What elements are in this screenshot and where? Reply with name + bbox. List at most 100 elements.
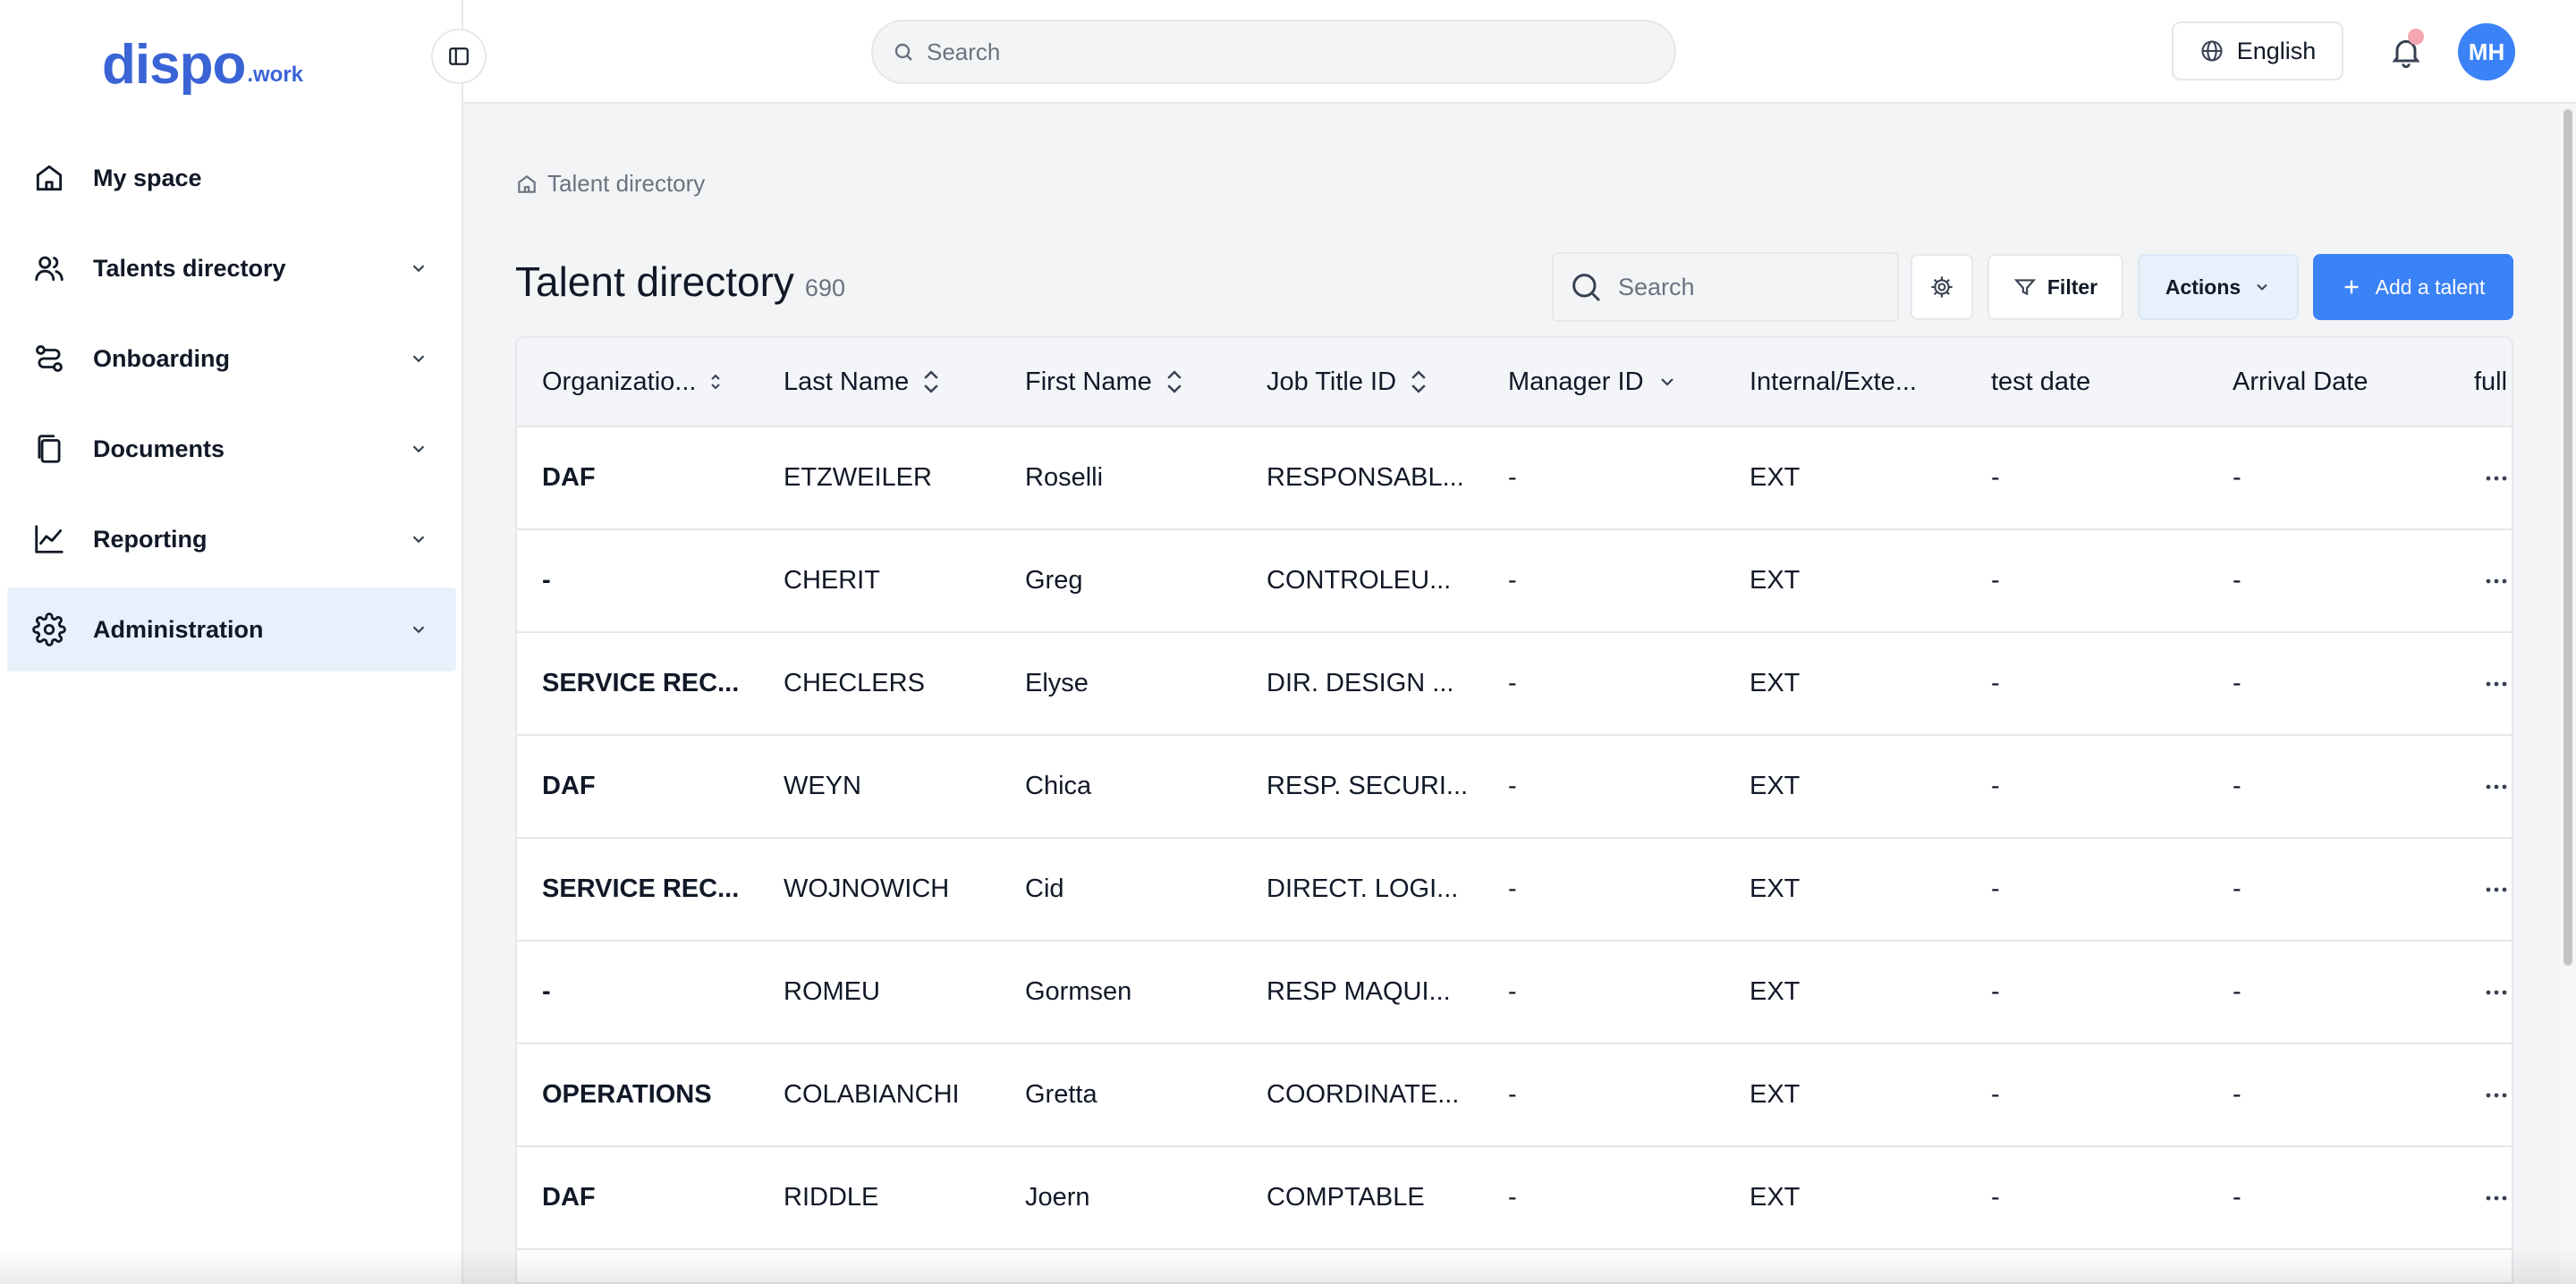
table-cell: - (1991, 566, 2000, 595)
column-header-label: full (2474, 367, 2508, 396)
table-cell: ROMEU (784, 977, 880, 1006)
table-cell: SERVICE REC... (542, 874, 740, 903)
row-menu-button[interactable] (2449, 1147, 2512, 1248)
global-search-input[interactable] (927, 38, 1606, 66)
table-cell: EXT (1750, 1080, 1801, 1109)
row-menu-button[interactable] (2449, 427, 2512, 528)
plus-icon (2344, 280, 2358, 294)
table-search-input[interactable] (1618, 273, 1886, 301)
sidebar-item-administration[interactable]: Administration (7, 587, 456, 672)
sort-icon[interactable] (921, 368, 941, 395)
filter-button[interactable]: Filter (1987, 254, 2123, 320)
sidebar-item-label: My space (93, 164, 202, 191)
sidebar-item-talents-directory[interactable]: Talents directory (7, 226, 456, 310)
sidebar-item-my-space[interactable]: My space (7, 136, 456, 220)
sidebar-item-reporting[interactable]: Reporting (7, 497, 456, 581)
table-row[interactable]: DAF ETZWEILER Roselli RESPONSABL... - EXT - - (517, 427, 2512, 530)
sidebar-item-documents[interactable]: Documents (7, 407, 456, 491)
table-cell: EXT (1750, 669, 1801, 697)
top-header: English MH (463, 0, 2576, 104)
sidebar-nav: My space Talents directory Onboarding Docum… (7, 136, 456, 678)
table-cell: Gormsen (1025, 977, 1132, 1006)
table-cell: DIR. DESIGN ... (1267, 669, 1454, 697)
language-selector[interactable]: English (2172, 21, 2343, 80)
logo[interactable]: dispo .work (102, 36, 303, 93)
column-header[interactable]: Organizatio... (517, 338, 758, 426)
row-menu-button[interactable] (2449, 942, 2512, 1043)
bottom-shade (0, 1248, 2576, 1284)
add-talent-label: Add a talent (2375, 275, 2486, 299)
gear-icon (1931, 276, 1953, 298)
page-scrollbar-thumb[interactable] (2563, 109, 2572, 966)
row-menu-button[interactable] (2449, 736, 2512, 837)
sort-icon[interactable] (708, 372, 723, 392)
table-cell: COORDINATE... (1267, 1080, 1460, 1109)
row-menu-button[interactable] (2449, 1044, 2512, 1145)
row-menu-button[interactable] (2449, 530, 2512, 631)
table-cell: - (1991, 1183, 2000, 1212)
table-row[interactable]: - ROMEU Gormsen RESP MAQUI... - EXT - - (517, 942, 2512, 1044)
table-cell: - (542, 977, 551, 1006)
column-header[interactable]: Last Name (758, 338, 1000, 426)
sidebar-toggle-button[interactable] (431, 29, 487, 84)
table-row[interactable]: SERVICE REC... CHECLERS Elyse DIR. DESIGN .… (517, 633, 2512, 736)
global-search[interactable] (871, 20, 1676, 84)
search-icon (1572, 274, 1601, 302)
table-cell: SERVICE REC... (542, 669, 740, 697)
table-row[interactable]: - CHERIT Greg CONTROLEU... - EXT - - (517, 530, 2512, 633)
table-row[interactable]: DAF WEYN Chica RESP. SECURI... - EXT - - (517, 736, 2512, 839)
breadcrumb: Talent directory (515, 170, 705, 198)
table-cell: DAF (542, 463, 596, 492)
column-header-label: Arrival Date (2233, 367, 2368, 396)
column-header[interactable]: Internal/Exte... (1724, 338, 1966, 426)
sort-icon[interactable] (1409, 368, 1428, 395)
add-talent-button[interactable]: Add a talent (2313, 254, 2513, 320)
column-header-label: Last Name (784, 367, 910, 396)
chevron-down-icon[interactable] (406, 617, 431, 642)
table-cell: - (1508, 566, 1517, 595)
table-cell: - (1508, 669, 1517, 697)
chevron-down-icon[interactable] (406, 527, 431, 552)
table-cell: EXT (1750, 977, 1801, 1006)
breadcrumb-current[interactable]: Talent directory (547, 170, 705, 198)
chevron-down-icon (2257, 283, 2267, 291)
table-row[interactable]: OPERATIONS COLABIANCHI Gretta COORDINATE...… (517, 1044, 2512, 1147)
sort-icon[interactable] (1657, 371, 1678, 393)
column-header[interactable]: Manager ID (1483, 338, 1724, 426)
table-cell: EXT (1750, 874, 1801, 903)
sidebar-item-onboarding[interactable]: Onboarding (7, 317, 456, 401)
table-cell: Greg (1025, 566, 1083, 595)
more-horizontal-icon (2486, 579, 2507, 583)
column-header[interactable]: full (2449, 338, 2512, 426)
gear-icon (32, 612, 66, 646)
column-settings-button[interactable] (1911, 254, 1973, 320)
column-header[interactable]: Arrival Date (2207, 338, 2449, 426)
sidebar: dispo .work My space Talents directory Onb… (0, 0, 463, 1284)
chevron-down-icon[interactable] (406, 256, 431, 281)
more-horizontal-icon (2486, 887, 2507, 891)
table-row[interactable]: SERVICE REC... WOJNOWICH Cid DIRECT. LOGI..… (517, 839, 2512, 942)
notifications-button[interactable] (2379, 25, 2433, 79)
table-cell: Joern (1025, 1183, 1090, 1212)
table-search[interactable] (1552, 252, 1899, 322)
row-menu-button[interactable] (2449, 839, 2512, 940)
column-header[interactable]: First Name (1000, 338, 1241, 426)
home-icon[interactable] (515, 173, 538, 196)
notification-dot (2408, 29, 2424, 45)
column-header[interactable]: test date (1966, 338, 2207, 426)
table-cell: - (1508, 1080, 1517, 1109)
actions-dropdown[interactable]: Actions (2138, 254, 2299, 320)
row-menu-button[interactable] (2449, 633, 2512, 734)
table-body: DAF ETZWEILER Roselli RESPONSABL... - EXT - - - C… (517, 427, 2512, 1250)
chevron-down-icon[interactable] (406, 346, 431, 371)
sort-icon[interactable] (1165, 368, 1184, 395)
table-cell: - (2233, 669, 2241, 697)
column-header-label: First Name (1025, 367, 1152, 396)
column-header[interactable]: Job Title ID (1241, 338, 1483, 426)
table-cell: EXT (1750, 1183, 1801, 1212)
table-cell: CONTROLEU... (1267, 566, 1452, 595)
sidebar-item-label: Talents directory (93, 254, 286, 282)
avatar[interactable]: MH (2458, 23, 2515, 80)
table-row[interactable]: DAF RIDDLE Joern COMPTABLE - EXT - - (517, 1147, 2512, 1250)
chevron-down-icon[interactable] (406, 436, 431, 461)
